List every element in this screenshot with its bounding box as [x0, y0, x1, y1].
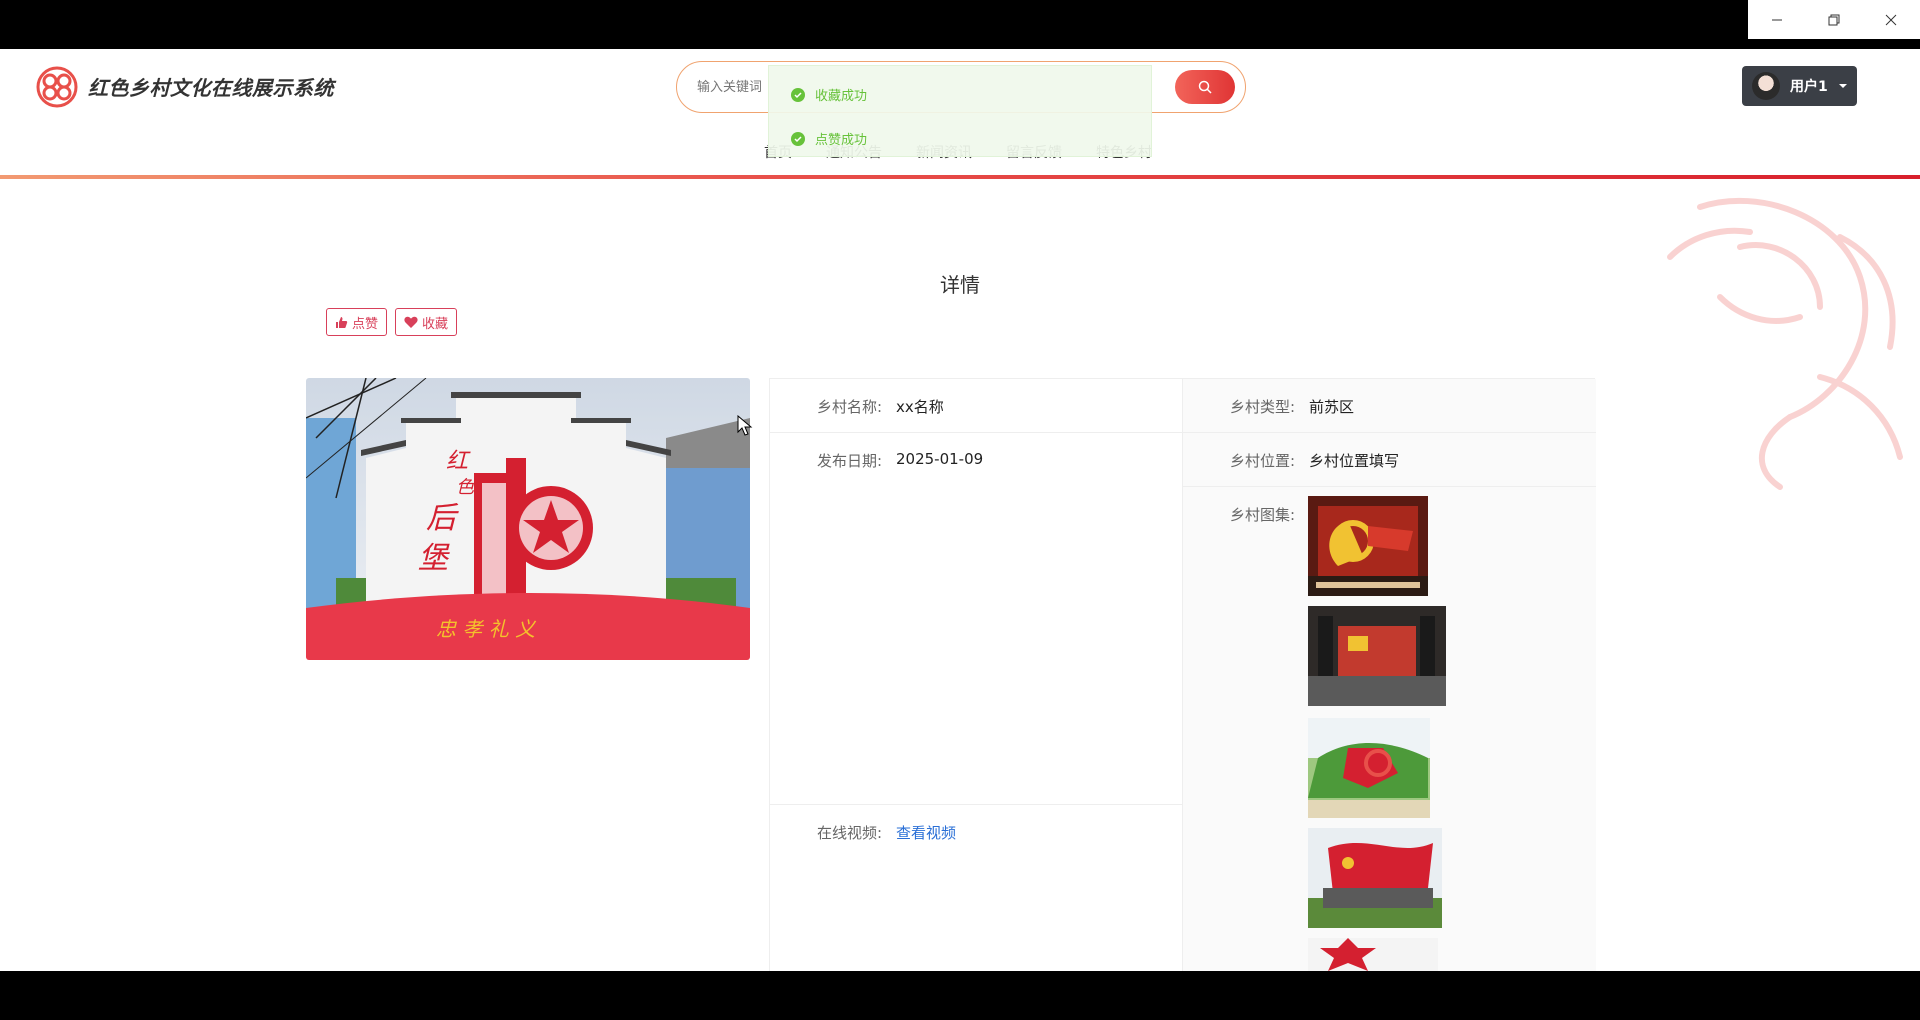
field-label: 发布日期: — [816, 452, 882, 470]
gallery-image[interactable] — [1308, 718, 1430, 818]
field-value: 2025-01-09 — [896, 450, 984, 468]
info-row-name: 乡村名称: xx名称 — [770, 379, 1183, 433]
dragon-watermark-icon — [1667, 197, 1903, 490]
gallery-image[interactable] — [1308, 938, 1438, 971]
field-value: 前苏区 — [1309, 398, 1355, 416]
gallery-image[interactable] — [1308, 828, 1442, 928]
minimize-icon[interactable] — [1748, 0, 1805, 39]
heart-icon — [404, 316, 418, 328]
svg-text:红: 红 — [446, 449, 471, 474]
gallery-image[interactable] — [1308, 606, 1446, 706]
field-label: 乡村类型: — [1229, 398, 1295, 416]
thumbs-up-icon — [336, 316, 348, 328]
info-row-location: 乡村位置: 乡村位置填写 — [1183, 433, 1596, 487]
svg-text:忠 孝 礼 义: 忠 孝 礼 义 — [436, 617, 537, 641]
check-circle-icon — [791, 131, 805, 146]
restore-icon[interactable] — [1805, 0, 1862, 39]
window-controls — [1748, 0, 1920, 39]
info-row-type: 乡村类型: 前苏区 — [1183, 379, 1596, 433]
avatar — [1752, 72, 1780, 100]
window-titlebar — [0, 0, 1920, 49]
field-label: 乡村名称: — [816, 398, 882, 416]
svg-text:色: 色 — [456, 477, 475, 498]
favorite-label: 收藏 — [422, 316, 449, 332]
info-column-left: 乡村名称: xx名称 发布日期: 2025-01-09 在线视频: 查看视频 — [770, 379, 1183, 971]
field-label: 乡村位置: — [1229, 452, 1295, 470]
search-icon — [1198, 80, 1212, 94]
page-title: 详情 — [940, 273, 980, 297]
check-circle-icon — [791, 87, 805, 102]
info-row-date: 发布日期: 2025-01-09 — [770, 433, 1183, 805]
detail-actions: 点赞 收藏 — [326, 308, 458, 336]
favorite-button[interactable]: 收藏 — [395, 308, 458, 336]
field-label: 乡村图集: — [1229, 506, 1295, 524]
site-header: 红色乡村文化在线展示系统 首页 通知公告 新闻资讯 留言反馈 特色乡村 收 — [0, 49, 1920, 177]
screen-bottom-bar — [0, 971, 1920, 1020]
like-label: 点赞 — [352, 316, 379, 332]
header-divider — [0, 175, 1920, 179]
mouse-cursor-icon — [737, 415, 753, 436]
village-info-table: 乡村名称: xx名称 发布日期: 2025-01-09 在线视频: 查看视频 乡… — [769, 378, 1596, 971]
field-label: 在线视频: — [816, 824, 882, 842]
field-value: 乡村位置填写 — [1309, 452, 1400, 470]
toast-favorite-success: 收藏成功 — [791, 85, 867, 104]
village-main-image: 红 色 后 堡 忠 孝 礼 义 — [306, 378, 750, 660]
user-menu-button[interactable]: 用户1 — [1742, 66, 1857, 106]
toast-container: 收藏成功 点赞成功 — [768, 65, 1152, 157]
svg-text:后: 后 — [426, 501, 459, 536]
toast-message: 点赞成功 — [815, 133, 868, 148]
search-button[interactable] — [1175, 70, 1235, 104]
toast-like-success: 点赞成功 — [791, 129, 867, 148]
svg-text:堡: 堡 — [418, 541, 450, 576]
field-value: xx名称 — [896, 398, 944, 416]
view-video-link[interactable]: 查看视频 — [896, 822, 956, 843]
user-name: 用户1 — [1790, 79, 1828, 95]
page: 红色乡村文化在线展示系统 首页 通知公告 新闻资讯 留言反馈 特色乡村 收 — [0, 49, 1920, 971]
logo-icon — [36, 66, 78, 108]
gallery-image[interactable] — [1308, 496, 1428, 596]
toast-message: 收藏成功 — [815, 89, 868, 104]
close-icon[interactable] — [1863, 0, 1920, 39]
site-title: 红色乡村文化在线展示系统 — [88, 76, 334, 100]
info-row-video: 在线视频: 查看视频 — [770, 805, 1183, 865]
like-button[interactable]: 点赞 — [326, 308, 388, 336]
caret-down-icon — [1838, 84, 1847, 88]
